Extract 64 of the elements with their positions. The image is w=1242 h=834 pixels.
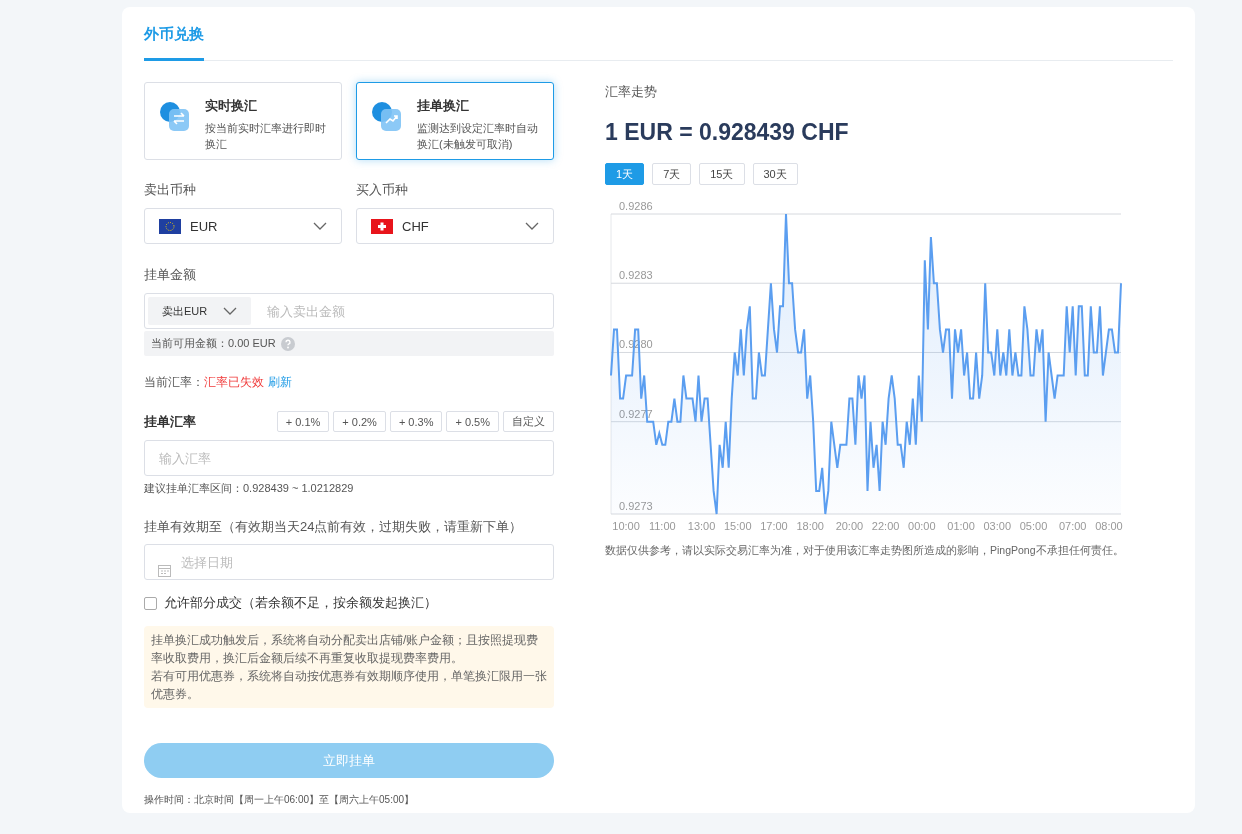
preset-button[interactable]: 自定义 bbox=[503, 411, 554, 432]
caret-icon bbox=[525, 221, 539, 231]
axis-label: 15:00 bbox=[724, 520, 752, 532]
field-label: 买入币种 bbox=[356, 181, 409, 199]
axis-label: 22:00 bbox=[871, 520, 900, 532]
help-icon[interactable] bbox=[280, 336, 295, 351]
axis-label: 10:00 bbox=[612, 520, 640, 532]
range-tab[interactable]: 7天 bbox=[652, 163, 692, 185]
axis-label: 0.9273 bbox=[619, 500, 653, 512]
preset-button[interactable]: + 0.5% bbox=[446, 411, 499, 432]
mode-card[interactable]: 挂单换汇 监测达到设定汇率时自动换汇(未触发可取消) bbox=[356, 82, 554, 160]
calendar-icon bbox=[158, 564, 171, 577]
operating-hours: 操作时间：北京时间【周一上午06:00】至【周六上午05:00】 bbox=[144, 793, 416, 807]
caret-icon bbox=[313, 221, 327, 231]
field-label: 挂单汇率 bbox=[144, 412, 197, 431]
rate-hint: 建议挂单汇率区间：0.928439 ~ 1.0212829 bbox=[144, 481, 355, 496]
range-tab[interactable]: 30天 bbox=[752, 163, 798, 185]
axis-label: 13:00 bbox=[687, 520, 716, 532]
mode-title: 挂单换汇 bbox=[417, 97, 470, 115]
preset-button[interactable]: + 0.2% bbox=[333, 411, 386, 432]
caret-icon bbox=[223, 306, 238, 316]
unit-select[interactable]: 卖出EUR bbox=[148, 297, 252, 325]
preset-button[interactable]: + 0.1% bbox=[276, 411, 330, 432]
axis-label: 11:00 bbox=[648, 520, 676, 532]
axis-label: 18:00 bbox=[796, 520, 824, 532]
flag-icon bbox=[371, 218, 393, 234]
field-label: 卖出币种 bbox=[144, 181, 197, 199]
exchange-icon bbox=[159, 101, 191, 133]
flag-icon bbox=[159, 218, 181, 234]
disclaimer: 数据仅供参考，请以实际交易汇率为准，对于使用该汇率走势图所造成的影响，PingPong不承担任何责任。 bbox=[605, 544, 1125, 558]
available-balance: 当前可用金额：0.00 EUR bbox=[151, 336, 276, 351]
axis-label: 07:00 bbox=[1058, 520, 1087, 532]
rate-label: 当前汇率： bbox=[144, 374, 204, 391]
axis-label: 03:00 bbox=[983, 520, 1012, 532]
date-picker[interactable]: 选择日期 bbox=[144, 544, 554, 580]
axis-label: 0.9286 bbox=[619, 200, 653, 212]
mode-description: 监测达到设定汇率时自动换汇(未触发可取消) bbox=[417, 121, 539, 152]
mode-card[interactable]: 实时换汇 按当前实时汇率进行即时换汇 bbox=[144, 82, 342, 160]
exchange-rate: 1 EUR = 0.928439 CHF bbox=[605, 119, 850, 146]
axis-label: 20:00 bbox=[835, 520, 864, 532]
mode-title: 实时换汇 bbox=[205, 97, 258, 115]
range-tab[interactable]: 15天 bbox=[699, 163, 745, 185]
currency-select[interactable]: EUR bbox=[144, 208, 342, 244]
rate-status: 汇率已失效 bbox=[204, 374, 264, 391]
axis-label: 0.9283 bbox=[619, 269, 653, 282]
preset-button[interactable]: + 0.3% bbox=[389, 411, 443, 432]
checkbox-label: 允许部分成交（若余额不足，按余额发起换汇） bbox=[164, 594, 437, 612]
currency-select[interactable]: CHF bbox=[356, 208, 554, 244]
axis-label: 17:00 bbox=[760, 520, 788, 532]
amount-input[interactable]: 输入卖出金额 bbox=[265, 302, 550, 320]
mode-description: 按当前实时汇率进行即时换汇 bbox=[205, 121, 327, 152]
amount-field[interactable]: 卖出EUR 输入卖出金额 bbox=[144, 293, 554, 329]
field-label: 挂单金额 bbox=[144, 266, 197, 284]
axis-label: 01:00 bbox=[947, 520, 975, 532]
field-label: 挂单有效期至（有效期当天24点前有效，过期失败，请重新下单） bbox=[144, 518, 524, 536]
axis-label: 05:00 bbox=[1019, 520, 1048, 532]
notice-text: 挂单换汇成功触发后，系统将自动分配卖出店铺/账户金额；且按照提现费率收取费用，换汇后金额后续不再重复收取提现费率费用。 bbox=[151, 632, 540, 667]
checkbox[interactable] bbox=[144, 596, 157, 610]
rate-input[interactable]: 输入汇率 bbox=[144, 440, 554, 476]
notice-text: 若有可用优惠券，系统将自动按优惠券有效期顺序使用，单笔换汇限用一张优惠券。 bbox=[151, 668, 547, 703]
axis-label: 00:00 bbox=[908, 520, 936, 532]
axis-label: 08:00 bbox=[1095, 520, 1123, 532]
section-title: 汇率走势 bbox=[605, 83, 658, 101]
trend-icon bbox=[371, 101, 403, 133]
